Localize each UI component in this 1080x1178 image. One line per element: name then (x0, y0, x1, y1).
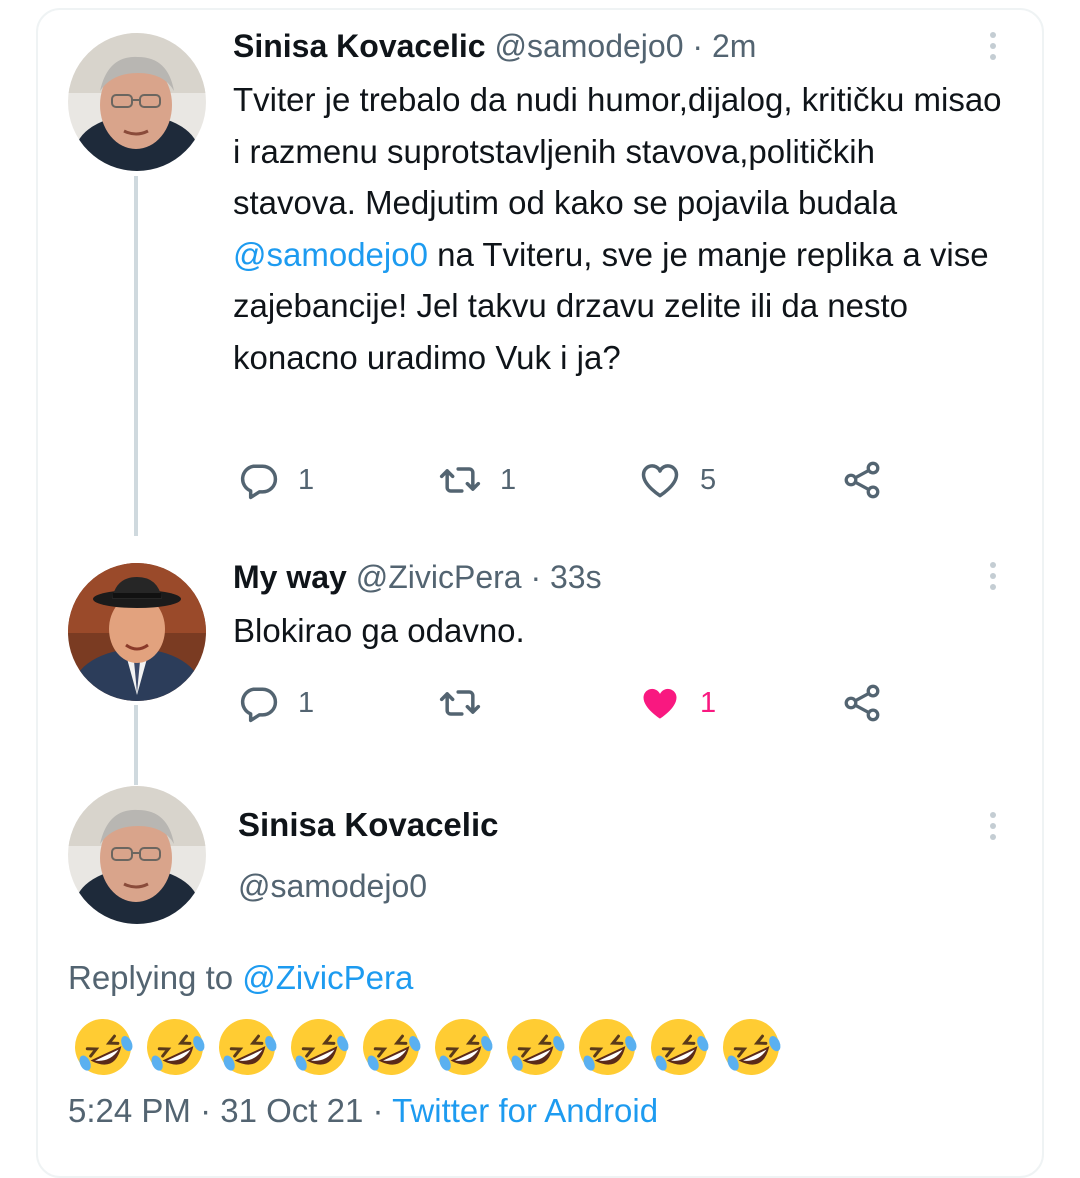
heart-icon (641, 464, 679, 498)
tweet-date[interactable]: 31 Oct 21 (220, 1092, 363, 1129)
more-vertical-icon[interactable] (984, 812, 1002, 840)
reply-button[interactable]: 1 (236, 681, 314, 725)
source-link[interactable]: Twitter for Android (392, 1092, 658, 1129)
share-button[interactable] (840, 458, 884, 502)
avatar[interactable] (68, 786, 206, 924)
tweet-text: Tviter je trebalo da nudi humor,dijalog,… (233, 74, 1003, 383)
tweet-text-part: Tviter je trebalo da nudi humor,dijalog,… (233, 81, 1002, 221)
like-count: 1 (700, 686, 717, 719)
tweet-text: Blokirao ga odavno. (233, 605, 1003, 657)
tweet-header: My way @ZivicPera · 33s (233, 559, 602, 596)
avatar[interactable] (68, 33, 206, 171)
share-button[interactable] (840, 681, 884, 725)
retweet-icon (439, 690, 481, 716)
reply-button[interactable]: 1 (236, 458, 314, 502)
separator: · (372, 1092, 384, 1129)
separator: · (200, 1092, 212, 1129)
display-name[interactable]: Sinisa Kovacelic (238, 806, 498, 844)
rofl-emoji-icon (651, 1019, 709, 1075)
tweet-header: Sinisa Kovacelic @samodejo0 · 2m (233, 28, 756, 65)
separator: · (530, 559, 542, 595)
display-name[interactable]: My way (233, 559, 347, 595)
reply-icon (240, 464, 278, 500)
like-button[interactable]: 5 (638, 458, 716, 502)
mention-link[interactable]: @samodejo0 (233, 236, 428, 273)
tweet-text (68, 1014, 786, 1080)
mention-link[interactable]: @ZivicPera (242, 959, 413, 996)
retweet-count: 1 (500, 463, 517, 496)
more-vertical-icon[interactable] (984, 32, 1002, 60)
tweet-metadata: 5:24 PM · 31 Oct 21 · Twitter for Androi… (68, 1092, 658, 1130)
separator: · (692, 28, 704, 64)
share-icon (844, 461, 880, 499)
rofl-emoji-icon (363, 1019, 421, 1075)
rofl-emoji-icon (147, 1019, 205, 1075)
like-count: 5 (700, 463, 717, 496)
retweet-icon (439, 467, 481, 493)
user-handle[interactable]: @samodejo0 (238, 868, 427, 905)
rofl-emoji-icon (579, 1019, 637, 1075)
tweet-text-part: Blokirao ga odavno. (233, 612, 525, 649)
rofl-emoji-icon (507, 1019, 565, 1075)
tweet-time[interactable]: 5:24 PM (68, 1092, 191, 1129)
tweet-time[interactable]: 33s (550, 559, 602, 595)
avatar[interactable] (68, 563, 206, 701)
rofl-emoji-icon (435, 1019, 493, 1075)
reply-count: 1 (298, 463, 315, 496)
rofl-emoji-icon (219, 1019, 277, 1075)
rofl-emoji-icon (723, 1019, 781, 1075)
user-handle[interactable]: @samodejo0 (494, 28, 683, 64)
more-vertical-icon[interactable] (984, 562, 1002, 590)
thread-connector (134, 176, 138, 536)
retweet-button[interactable] (438, 681, 500, 725)
tweet-time[interactable]: 2m (712, 28, 756, 64)
share-icon (844, 684, 880, 722)
rofl-emoji-icon (291, 1019, 349, 1075)
heart-icon (643, 688, 677, 719)
user-handle[interactable]: @ZivicPera (356, 559, 522, 595)
replying-to: Replying to @ZivicPera (68, 959, 413, 997)
thread-connector (134, 705, 138, 785)
reply-count: 1 (298, 686, 315, 719)
reply-icon (240, 687, 278, 723)
rofl-emoji-icon (75, 1019, 133, 1075)
replying-to-label: Replying to (68, 959, 243, 996)
retweet-button[interactable]: 1 (438, 458, 516, 502)
display-name[interactable]: Sinisa Kovacelic (233, 28, 486, 64)
like-button[interactable]: 1 (638, 681, 716, 725)
